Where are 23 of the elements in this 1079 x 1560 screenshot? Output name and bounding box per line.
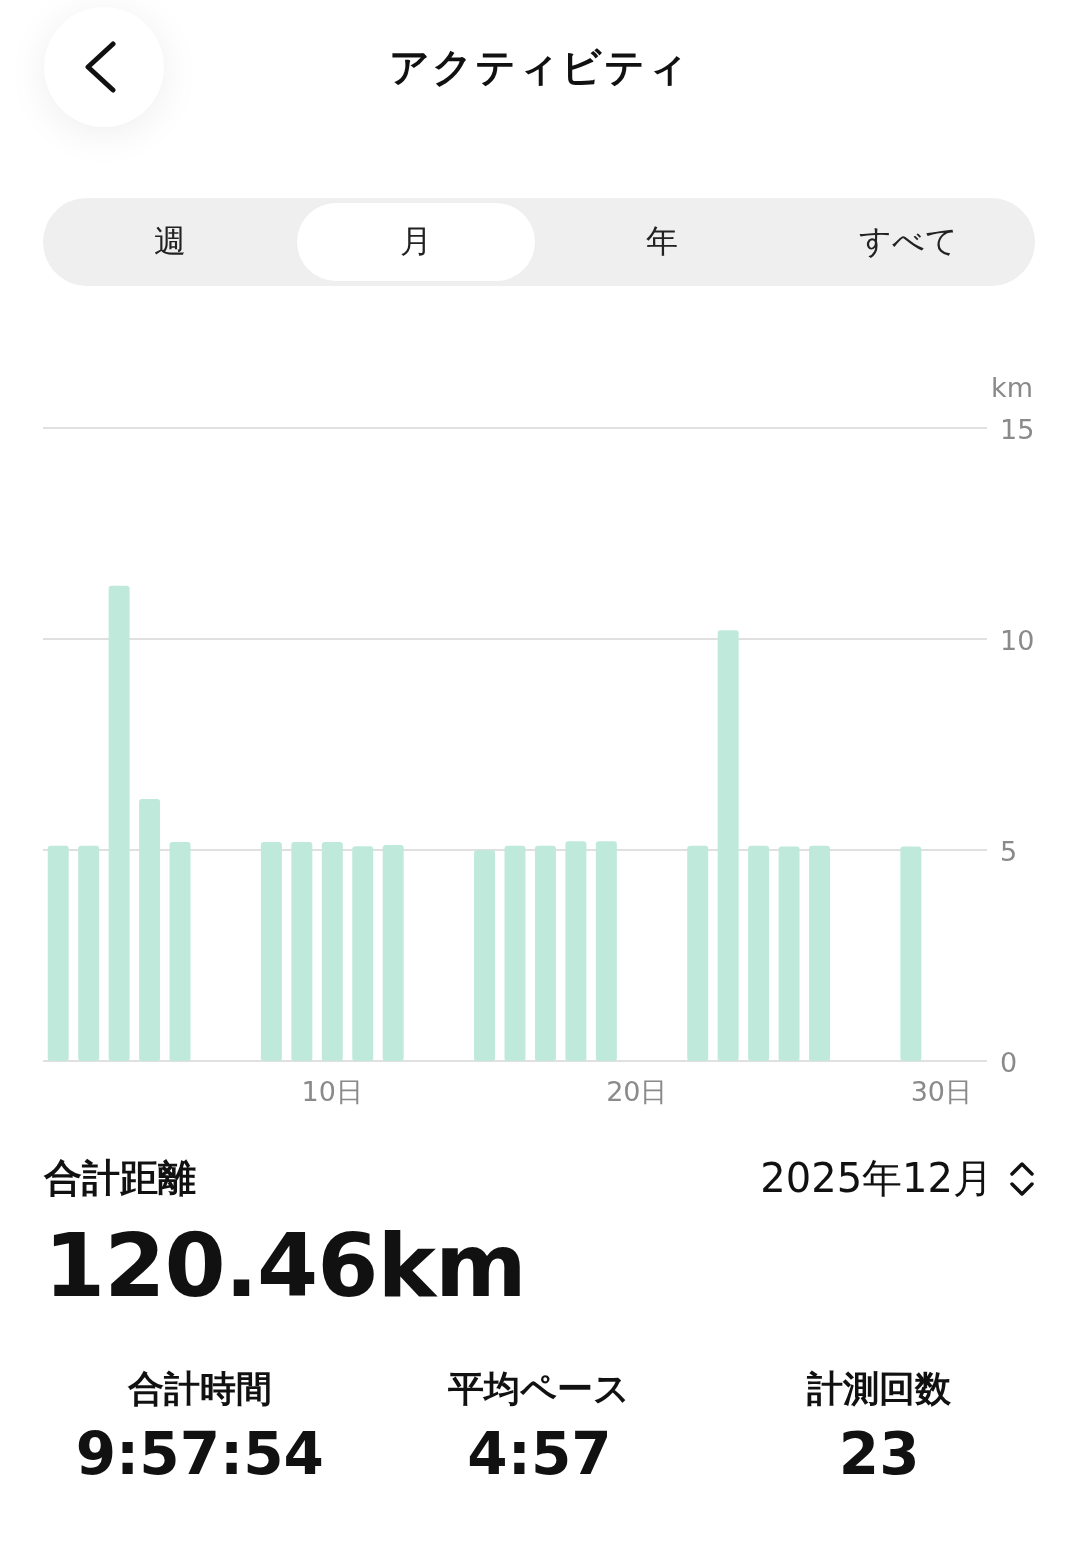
back-icon (83, 41, 117, 93)
stat-value: 4:57 (467, 1420, 612, 1488)
x-tick-label: 30日 (910, 1076, 972, 1107)
y-tick-label: 0 (1000, 1047, 1018, 1078)
x-tick-label: 20日 (606, 1076, 668, 1107)
y-tick-label: 15 (1000, 414, 1035, 445)
stat-value: 23 (838, 1420, 920, 1488)
stat-value: 9:57:54 (75, 1420, 324, 1488)
stat-label: 合計時間 (127, 1367, 272, 1411)
period-tab[interactable]: 年 (543, 203, 781, 281)
period-tab[interactable]: すべて (789, 203, 1027, 281)
total-distance-value: 120.46km (44, 1214, 527, 1317)
axis-unit: km (991, 372, 1033, 403)
page-title: アクティビティ (389, 43, 690, 92)
period-picker[interactable]: 2025年12月 (760, 1151, 1035, 1206)
total-distance-label: 合計距離 (44, 1155, 196, 1202)
y-tick-label: 10 (1000, 625, 1035, 656)
period-tab[interactable]: 週 (51, 203, 289, 281)
stat-label: 平均ペース (448, 1367, 631, 1411)
stat-label: 計測回数 (807, 1367, 952, 1411)
y-tick-label: 5 (1000, 836, 1018, 867)
period-tab[interactable]: 月 (297, 203, 535, 281)
x-tick-label: 10日 (301, 1076, 363, 1107)
